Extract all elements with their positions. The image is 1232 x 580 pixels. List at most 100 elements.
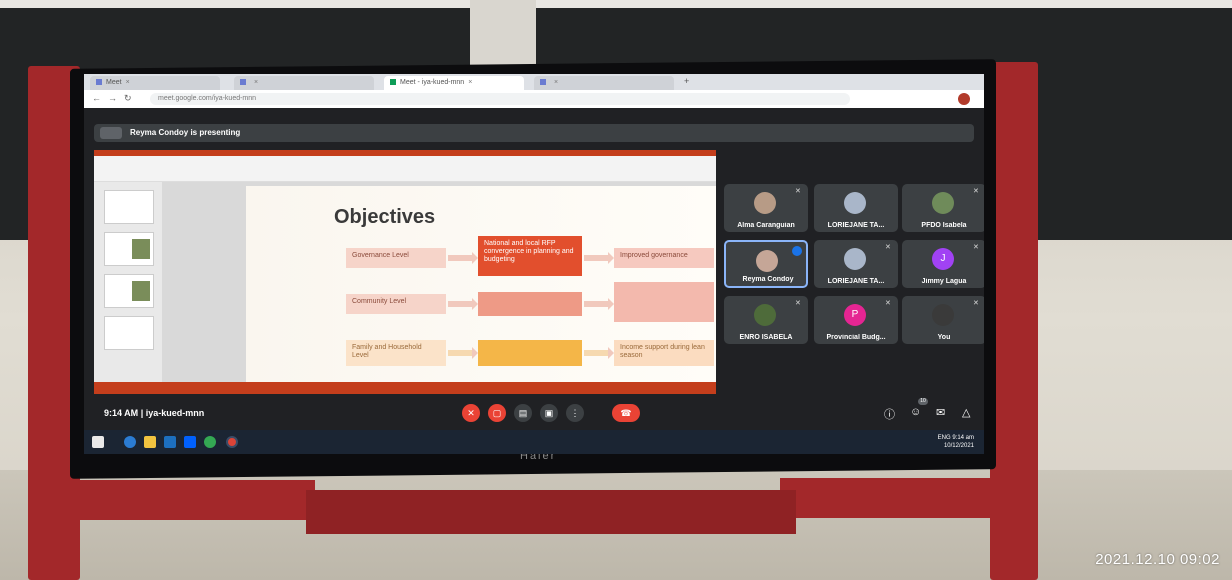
participant-tile[interactable]: ✕ ENRO ISABELA: [724, 296, 808, 344]
photo-timestamp: 2021.12.10 09:02: [1095, 551, 1220, 568]
participant-avatar-letter: P: [844, 304, 866, 326]
slide-box-community-result: [614, 282, 714, 322]
slide-box-family-result: Income support during lean season: [614, 340, 714, 366]
info-icon[interactable]: ⓘ: [884, 406, 895, 422]
participant-avatar: [932, 192, 954, 214]
close-icon[interactable]: ×: [554, 79, 558, 86]
reload-icon[interactable]: ↻: [124, 93, 132, 104]
edge-icon[interactable]: [124, 436, 136, 448]
participant-tile-active-speaker[interactable]: Reyma Condoy: [724, 240, 808, 288]
slide-canvas: Objectives Governance Level National and…: [162, 182, 716, 382]
forward-icon[interactable]: →: [108, 93, 117, 103]
mic-off-button[interactable]: ✕: [462, 404, 480, 422]
monitor-screen: Meet × × Meet - iya-kued-mnn × × + ← → ↻ m…: [84, 74, 984, 454]
ppt-status-bar: [94, 382, 716, 394]
slide-box-family-middle: [478, 340, 582, 366]
stand-shelf-right: [780, 478, 992, 518]
camera-off-button[interactable]: ▢: [488, 404, 506, 422]
ppt-ribbon: [94, 156, 716, 182]
meeting-time: 9:14 AM: [104, 408, 139, 418]
new-tab-icon[interactable]: +: [684, 76, 689, 86]
system-tray: ENG 9:14 am 10/12/2021: [938, 434, 974, 450]
meet-favicon-icon: [240, 79, 246, 86]
app-icon[interactable]: [204, 436, 216, 448]
file-explorer-icon[interactable]: [144, 436, 156, 448]
participant-tile[interactable]: LORIEJANE TA...: [814, 184, 898, 232]
captions-button[interactable]: ▤: [514, 404, 532, 422]
slide-box-governance: Governance Level: [346, 248, 446, 268]
tray-time: 9:14 am: [952, 435, 974, 441]
mic-off-icon: ✕: [973, 188, 979, 195]
browser-tab[interactable]: ×: [534, 76, 674, 90]
browser-tab-bar: Meet × × Meet - iya-kued-mnn × × +: [84, 74, 984, 90]
participant-tile[interactable]: ✕ LORIEJANE TA...: [814, 240, 898, 288]
participant-name: Reyma Condoy: [742, 276, 794, 283]
stand-shelf-left: [80, 480, 315, 520]
activities-icon[interactable]: △: [962, 406, 970, 419]
meet-favicon-icon: [390, 79, 396, 86]
slide-arrow: [584, 298, 614, 310]
pillar: [470, 0, 536, 70]
ceiling-strip: [0, 0, 1232, 8]
shared-presentation: Objectives Governance Level National and…: [94, 150, 716, 394]
participant-avatar-letter: J: [932, 248, 954, 270]
chrome-icon[interactable]: [226, 436, 238, 448]
mic-off-icon: ✕: [795, 188, 801, 195]
store-icon[interactable]: [164, 436, 176, 448]
participant-avatar: [932, 304, 954, 326]
slide-thumbnail: [104, 232, 154, 266]
participant-avatar: [754, 304, 776, 326]
meet-favicon-icon: [540, 79, 546, 86]
people-icon[interactable]: ☺: [910, 406, 921, 418]
windows-start-icon[interactable]: [92, 436, 104, 448]
participant-tile[interactable]: ✕ Alma Caranguian: [724, 184, 808, 232]
participant-avatar: [844, 248, 866, 270]
participant-tile-self[interactable]: ✕ You: [902, 296, 984, 344]
participant-tile[interactable]: ✕ PFDO Isabela: [902, 184, 984, 232]
participant-count-badge: 10: [918, 398, 928, 405]
language-indicator: ENG: [937, 435, 951, 441]
browser-tab[interactable]: Meet ×: [90, 76, 220, 90]
close-icon[interactable]: ×: [254, 79, 258, 86]
browser-tab[interactable]: ×: [234, 76, 374, 90]
participant-avatar: [756, 250, 778, 272]
browser-toolbar: ← → ↻ meet.google.com/iya-kued-mnn: [84, 90, 984, 108]
mic-off-icon: ✕: [973, 244, 979, 251]
slide-arrow: [448, 252, 478, 264]
participant-tile[interactable]: P ✕ Provincial Budg...: [814, 296, 898, 344]
chat-icon[interactable]: ✉: [936, 406, 945, 419]
address-bar[interactable]: meet.google.com/iya-kued-mnn: [150, 93, 850, 105]
back-icon[interactable]: ←: [92, 93, 101, 103]
browser-tab-active[interactable]: Meet - iya-kued-mnn ×: [384, 76, 524, 90]
participant-name: You: [937, 334, 951, 341]
slide-thumbnail: [104, 274, 154, 308]
present-button[interactable]: ▣: [540, 404, 558, 422]
close-icon[interactable]: ×: [468, 79, 472, 86]
stand-right-post: [990, 62, 1038, 580]
participant-name: LORIEJANE TA...: [827, 278, 885, 285]
slide-box-governance-result: Improved governance: [614, 248, 714, 268]
mic-off-icon: ✕: [795, 300, 801, 307]
slide-thumbnail: [104, 190, 154, 224]
meet-favicon-icon: [96, 79, 102, 86]
present-screen-icon: [100, 127, 122, 139]
profile-avatar[interactable]: [958, 93, 970, 105]
slide-arrow: [584, 252, 614, 264]
participant-avatar: [844, 192, 866, 214]
speaking-indicator-icon: [792, 246, 802, 256]
slide-box-community-middle: [478, 292, 582, 316]
participant-tile[interactable]: J ✕ Jimmy Lagua: [902, 240, 984, 288]
dropbox-icon[interactable]: [184, 436, 196, 448]
meeting-info: 9:14 AM | iya-kued-mnn: [104, 408, 204, 418]
participant-name: Provincial Budg...: [826, 334, 886, 341]
more-options-button[interactable]: ⋮: [566, 404, 584, 422]
end-call-button[interactable]: ☎: [612, 404, 640, 422]
slide-box-family: Family and Household Level: [346, 340, 446, 366]
mic-off-icon: ✕: [885, 300, 891, 307]
close-icon[interactable]: ×: [126, 79, 130, 86]
slide-arrow: [448, 347, 478, 359]
mic-off-icon: ✕: [885, 244, 891, 251]
stand-tray: [306, 490, 796, 534]
presenting-text: Reyma Condoy is presenting: [130, 128, 241, 137]
slide-box-community: Community Level: [346, 294, 446, 314]
